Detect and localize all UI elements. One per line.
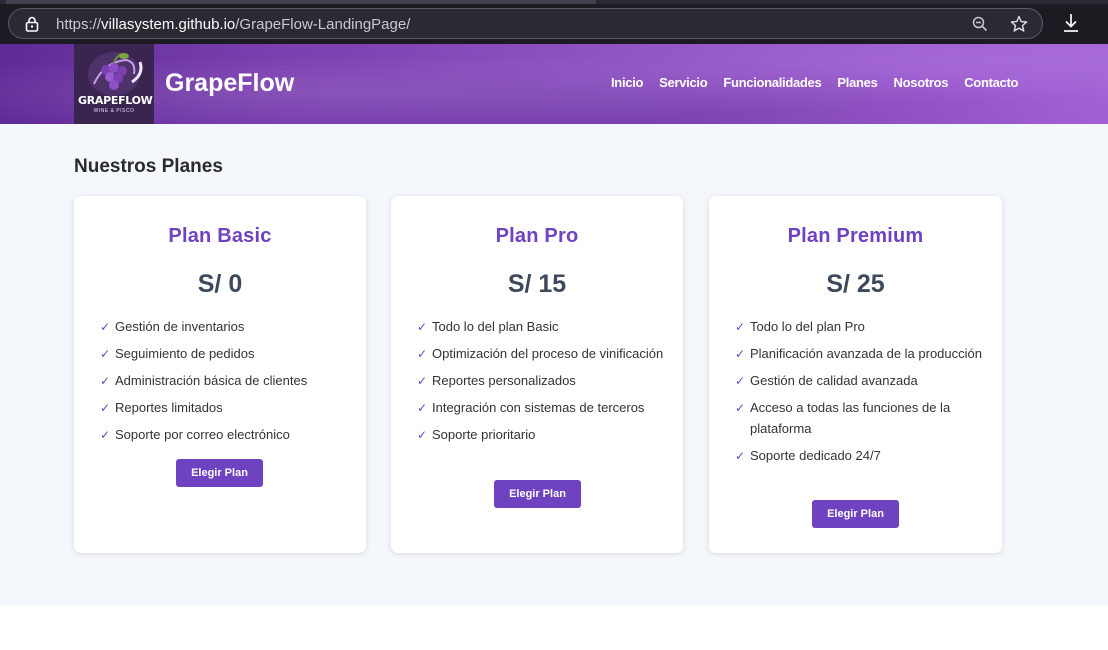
url-scheme: https:// (56, 16, 102, 33)
feature-item: ✓ Administración básica de clientes (100, 371, 350, 392)
feature-list: ✓ Todo lo del plan Basic ✓ Optimización de… (417, 317, 667, 452)
check-icon: ✓ (417, 374, 428, 388)
site-header: GRAPEFLOW WINE & PISCO GrapeFlow Inicio … (0, 44, 1108, 124)
nav-inicio[interactable]: Inicio (611, 75, 643, 90)
browser-tab-strip (0, 0, 1108, 4)
plan-price: S/ 25 (826, 270, 885, 298)
plan-price: S/ 15 (507, 270, 567, 298)
feature-text: Todo lo del plan Basic (432, 319, 559, 334)
plan-card-pro: Plan Pro S/ 15 ✓ Todo lo del plan Basic ✓… (391, 196, 683, 553)
feature-text: Administración básica de clientes (115, 373, 308, 388)
feature-list: ✓ Todo lo del plan Pro ✓ Planificación ava… (735, 317, 985, 473)
nav-funcionalidades[interactable]: Funcionalidades (723, 75, 821, 90)
plan-card-premium: Plan Premium S/ 25 ✓ Todo lo del plan Pro… (709, 196, 1002, 553)
feature-text: Soporte prioritario (432, 427, 536, 442)
bookmark-star-icon[interactable] (1010, 15, 1028, 33)
choose-plan-premium-button[interactable]: Elegir Plan (812, 500, 899, 528)
url-text[interactable]: https://villasystem.github.io/GrapeFlow-… (56, 16, 410, 33)
feature-text: Todo lo del plan Pro (750, 319, 865, 334)
check-icon: ✓ (100, 428, 111, 442)
feature-item: ✓ Todo lo del plan Basic (417, 317, 667, 338)
feature-text: Reportes personalizados (432, 373, 576, 388)
zoom-out-icon[interactable] (972, 16, 988, 32)
feature-text: Integración con sistemas de terceros (432, 400, 645, 415)
feature-item: ✓ Gestión de calidad avanzada (735, 371, 985, 392)
check-icon: ✓ (735, 320, 746, 334)
choose-plan-basic-button[interactable]: Elegir Plan (176, 459, 263, 487)
choose-plan-pro-button[interactable]: Elegir Plan (494, 480, 581, 508)
check-icon: ✓ (417, 428, 428, 442)
feature-item: ✓ Acceso a todas las funciones de la plat… (735, 398, 985, 439)
browser-toolbar: https://villasystem.github.io/GrapeFlow-… (0, 0, 1108, 44)
check-icon: ✓ (100, 347, 111, 361)
feature-item: ✓ Todo lo del plan Pro (735, 317, 985, 338)
feature-item: ✓ Optimización del proceso de vinificació… (417, 344, 667, 365)
check-icon: ✓ (100, 320, 111, 334)
nav-planes[interactable]: Planes (837, 75, 877, 90)
plan-name: Plan Pro (495, 225, 579, 247)
feature-text: Planificación avanzada de la producción (750, 346, 982, 361)
check-icon: ✓ (100, 374, 111, 388)
section-title: Nuestros Planes (74, 156, 223, 177)
check-icon: ✓ (417, 347, 428, 361)
check-icon: ✓ (417, 320, 428, 334)
address-bar[interactable]: https://villasystem.github.io/GrapeFlow-… (8, 8, 1043, 39)
active-tab[interactable] (6, 0, 596, 4)
plan-price: S/ 0 (197, 270, 243, 298)
check-icon: ✓ (735, 401, 746, 415)
feature-text: Seguimiento de pedidos (115, 346, 255, 361)
feature-text: Acceso a todas las funciones de la plata… (750, 400, 951, 436)
feature-text: Gestión de inventarios (115, 319, 245, 334)
download-icon[interactable] (1062, 13, 1080, 33)
nav-servicio[interactable]: Servicio (659, 75, 707, 90)
lock-icon[interactable] (25, 16, 39, 32)
feature-item: ✓ Soporte dedicado 24/7 (735, 446, 985, 467)
check-icon: ✓ (417, 401, 428, 415)
feature-text: Soporte dedicado 24/7 (750, 447, 881, 463)
feature-text: Soporte por correo electrónico (115, 427, 290, 442)
feature-text: Optimización del proceso de vinificación (432, 346, 664, 361)
url-path: /GrapeFlow-LandingPage/ (235, 16, 411, 33)
feature-item: ✓ Soporte por correo electrónico (100, 425, 350, 446)
plan-name: Plan Premium (787, 225, 924, 247)
main-nav: Inicio Servicio Funcionalidades Planes N… (611, 75, 1034, 90)
check-icon: ✓ (100, 401, 111, 415)
feature-item: ✓ Reportes limitados (100, 398, 350, 419)
feature-text: Reportes limitados (115, 400, 223, 415)
grapeflow-logo[interactable]: GRAPEFLOW WINE & PISCO (74, 44, 154, 124)
feature-item: ✓ Gestión de inventarios (100, 317, 350, 338)
logo-wordmark: GRAPEFLOW (78, 94, 153, 107)
plan-name: Plan Basic (168, 225, 272, 247)
feature-list: ✓ Gestión de inventarios ✓ Seguimiento de … (100, 317, 350, 452)
url-host: villasystem.github.io (101, 16, 236, 33)
check-icon: ✓ (735, 448, 746, 463)
feature-item: ✓ Soporte prioritario (417, 425, 667, 446)
plan-card-basic: Plan Basic S/ 0 ✓ Gestión de inventarios … (74, 196, 366, 553)
logo-tagline: WINE & PISCO (93, 108, 135, 114)
feature-text: Gestión de calidad avanzada (750, 373, 918, 388)
feature-item: ✓ Seguimiento de pedidos (100, 344, 350, 365)
plans-section: Nuestros Planes Plan Basic S/ 0 ✓ Gestión… (0, 124, 1108, 605)
brand-name[interactable]: GrapeFlow (165, 69, 294, 98)
check-icon: ✓ (735, 374, 746, 388)
feature-item: ✓ Reportes personalizados (417, 371, 667, 392)
check-icon: ✓ (735, 347, 746, 361)
feature-item: ✓ Planificación avanzada de la producción (735, 344, 985, 365)
nav-nosotros[interactable]: Nosotros (894, 75, 949, 90)
feature-item: ✓ Integración con sistemas de terceros (417, 398, 667, 419)
nav-contacto[interactable]: Contacto (964, 75, 1018, 90)
